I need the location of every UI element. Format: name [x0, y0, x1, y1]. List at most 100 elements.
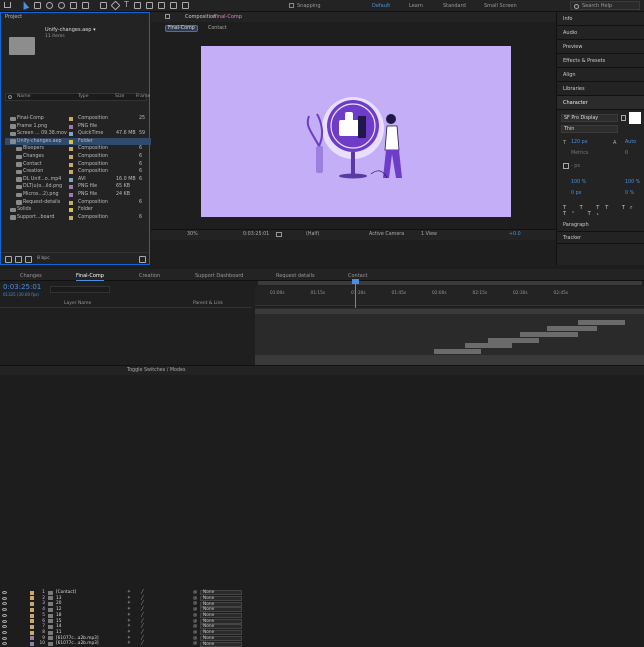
parent-select[interactable]: None	[200, 630, 242, 636]
visibility-eye-icon[interactable]	[2, 619, 7, 623]
layer-duration-bar[interactable]	[255, 309, 644, 314]
paragraph-panel[interactable]: Paragraph	[557, 218, 644, 232]
right-panel-item-audio[interactable]: Audio	[557, 26, 644, 40]
viewer-timecode[interactable]: 0:03:25:01	[243, 232, 269, 237]
right-panel-item-align[interactable]: Align	[557, 68, 644, 82]
project-item[interactable]: Frame 1.png PNG file	[5, 123, 151, 131]
parent-select[interactable]: None	[200, 595, 242, 601]
project-item[interactable]: Unify-changes.aep Folder	[5, 137, 151, 146]
project-item[interactable]: DLT(u)o...ild.png PNG file 65 KB	[5, 183, 151, 191]
layer-duration-bar[interactable]	[488, 337, 539, 343]
workspace-learn[interactable]: Learn	[409, 3, 423, 9]
snapping-checkbox[interactable]	[289, 3, 294, 8]
resolution-select[interactable]: (Half)	[306, 232, 319, 237]
label-swatch[interactable]	[69, 185, 73, 190]
comp-tab-final[interactable]: Final-Comp	[165, 25, 198, 32]
layer-label-color[interactable]	[30, 613, 34, 618]
workspace-standard[interactable]: Standard	[443, 3, 466, 9]
roto-tool-icon[interactable]	[170, 2, 177, 9]
parent-select[interactable]: None	[200, 601, 242, 607]
project-item[interactable]: Bloopers Composition 6	[5, 145, 151, 153]
label-swatch[interactable]	[69, 170, 73, 175]
eraser-tool-icon[interactable]	[158, 2, 165, 9]
visibility-eye-icon[interactable]	[2, 602, 7, 606]
camera-select[interactable]: Active Camera	[369, 232, 404, 237]
col-type[interactable]: Type	[78, 94, 89, 99]
visibility-eye-icon[interactable]	[2, 596, 7, 600]
layer-label-color[interactable]	[30, 607, 34, 612]
toggle-switches-modes[interactable]: Toggle Switches / Modes	[127, 368, 186, 373]
project-panel-title[interactable]: Project	[5, 13, 22, 22]
layer-name[interactable]: [61077c...a2b.mp3]	[56, 641, 99, 647]
tracking-value[interactable]: 0	[625, 151, 628, 156]
pan-tool-icon[interactable]	[82, 2, 89, 9]
parent-select[interactable]: None	[200, 607, 242, 613]
parent-link-header[interactable]: Parent & Link	[193, 301, 223, 306]
new-folder-icon[interactable]	[15, 256, 22, 263]
leading-value[interactable]: Auto	[625, 140, 636, 145]
project-item[interactable]: Micros...2).png PNG file 24 KB	[5, 191, 151, 199]
timeline-tab-creation[interactable]: Creation	[139, 271, 160, 281]
stroke-color-icon[interactable]	[563, 163, 569, 169]
visibility-eye-icon[interactable]	[2, 625, 7, 629]
comp-tab-contact[interactable]: Contact	[208, 26, 227, 31]
right-panel-item-info[interactable]: Info	[557, 12, 644, 26]
visibility-eye-icon[interactable]	[2, 608, 7, 612]
col-size[interactable]: Size	[115, 94, 124, 99]
label-swatch[interactable]	[69, 147, 73, 152]
camera-tool-icon[interactable]	[70, 2, 77, 9]
label-swatch[interactable]	[69, 215, 73, 220]
font-size-value[interactable]: 120 px	[571, 140, 588, 145]
bpc-label[interactable]: 8 bpc	[37, 256, 50, 261]
layer-duration-bar[interactable]	[465, 343, 512, 349]
pen-tool-icon[interactable]	[110, 0, 121, 11]
project-item[interactable]: DL Unif...o..mp4 AVI 16.0 MB 6	[5, 176, 151, 184]
timeline-tab-changes[interactable]: Changes	[20, 271, 42, 281]
rotate-tool-icon[interactable]	[58, 2, 65, 9]
right-panel-item-libraries[interactable]: Libraries	[557, 82, 644, 96]
vertical-scale-value[interactable]: 100 %	[571, 180, 586, 185]
time-ruler[interactable]	[255, 286, 644, 306]
parent-select[interactable]: None	[200, 624, 242, 630]
right-panel-item-effects-presets[interactable]: Effects & Presets	[557, 54, 644, 68]
parent-select[interactable]: None	[200, 635, 242, 641]
label-swatch[interactable]	[69, 177, 73, 182]
timeline-tab-final-comp[interactable]: Final-Comp	[76, 271, 104, 281]
search-help-box[interactable]: Search Help	[570, 1, 640, 10]
project-file-name[interactable]: Unify-changes.aep ▾	[45, 27, 96, 33]
audio-icon[interactable]	[2, 636, 7, 640]
fx-switch-icon[interactable]: ╱	[141, 641, 144, 647]
timeline-search-input[interactable]	[50, 286, 110, 293]
comp-panel-name[interactable]: Final-Comp	[214, 14, 242, 20]
work-area-bar[interactable]	[258, 281, 642, 285]
layer-duration-bar[interactable]	[255, 360, 644, 366]
layer-label-color[interactable]	[30, 624, 34, 629]
label-swatch[interactable]	[69, 208, 73, 213]
layer-label-color[interactable]	[30, 636, 34, 641]
col-name[interactable]: Name	[17, 94, 31, 99]
project-item[interactable]: Solids Folder	[5, 206, 151, 214]
kerning-value[interactable]: Metrics	[571, 151, 588, 156]
pickwhip-icon[interactable]: @	[193, 641, 197, 647]
interpret-footage-icon[interactable]	[5, 256, 12, 263]
project-item[interactable]: Creation Composition 6	[5, 168, 151, 176]
project-item[interactable]: Support...board Composition 6	[5, 214, 151, 222]
lock-icon[interactable]	[165, 14, 170, 19]
stroke-width-value[interactable]: - px	[571, 164, 580, 169]
fill-color-swatch[interactable]	[629, 112, 641, 124]
tsume-value[interactable]: 0 %	[625, 191, 634, 196]
label-swatch[interactable]	[69, 155, 73, 159]
exposure-value[interactable]: +0.0	[509, 232, 521, 237]
label-swatch[interactable]	[69, 124, 73, 129]
puppet-tool-icon[interactable]	[182, 2, 189, 9]
visibility-eye-icon[interactable]	[2, 591, 7, 594]
layer-duration-bar[interactable]	[546, 326, 598, 332]
type-tool-icon[interactable]: T	[124, 0, 129, 9]
layer-duration-bar[interactable]	[519, 331, 578, 337]
layer-label-color[interactable]	[30, 590, 34, 595]
hand-tool-icon[interactable]	[34, 2, 41, 9]
rect-tool-icon[interactable]	[100, 2, 107, 9]
trash-icon[interactable]	[139, 256, 146, 263]
visibility-eye-icon[interactable]	[2, 613, 7, 617]
selection-tool-icon[interactable]	[20, 0, 30, 10]
